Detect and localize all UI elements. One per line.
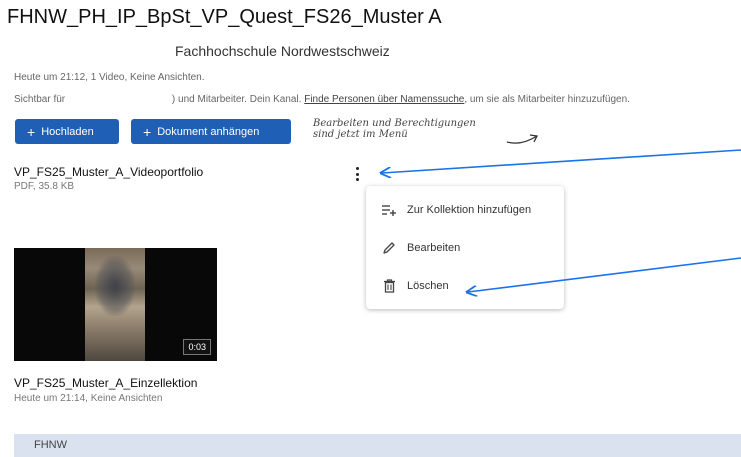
hint-arrow-icon <box>506 134 538 144</box>
annotation-arrow-menu <box>382 149 741 173</box>
add-to-collection-icon <box>381 202 397 218</box>
menu-item-edit[interactable]: Bearbeiten <box>366 233 564 263</box>
document-title[interactable]: VP_FS25_Muster_A_Videoportfolio <box>14 165 203 179</box>
video-thumbnail[interactable]: 0:03 <box>14 248 217 361</box>
visibility-suffix: ) und Mitarbeiter. Dein Kanal. <box>171 94 305 105</box>
attach-document-button[interactable]: + Dokument anhängen <box>131 119 291 144</box>
find-people-link[interactable]: Finde Personen über Namenssuche <box>304 94 464 105</box>
page-title: FHNW_PH_IP_BpSt_VP_Quest_FS26_Muster A <box>7 6 442 28</box>
footer-label: FHNW <box>34 439 67 451</box>
plus-icon: + <box>27 123 36 140</box>
menu-item-label: Bearbeiten <box>407 242 461 254</box>
more-options-icon[interactable] <box>352 165 362 183</box>
hint-line-1: Bearbeiten und Berechtigungen <box>313 118 476 129</box>
menu-item-label: Löschen <box>407 280 449 292</box>
video-frame-image <box>85 248 145 361</box>
trash-icon <box>381 278 397 294</box>
document-meta: PDF, 35.8 KB <box>14 181 75 192</box>
context-menu: Zur Kollektion hinzufügen Bearbeiten Lös… <box>366 186 564 309</box>
visibility-info: Sichtbar für ) und Mitarbeiter. Dein Kan… <box>14 92 630 105</box>
footer-bar: FHNW <box>14 434 741 457</box>
upload-label: Hochladen <box>41 125 94 138</box>
menu-item-label: Zur Kollektion hinzufügen <box>407 204 532 216</box>
upload-button[interactable]: + Hochladen <box>15 119 119 144</box>
plus-icon: + <box>143 123 152 140</box>
pencil-icon <box>381 240 397 256</box>
menu-item-add-to-collection[interactable]: Zur Kollektion hinzufügen <box>366 195 564 225</box>
channel-meta: Heute um 21:12, 1 Video, Keine Ansichten… <box>14 72 205 83</box>
video-duration-badge: 0:03 <box>183 339 211 355</box>
menu-hint-note: Bearbeiten und Berechtigungen sind jetzt… <box>313 118 476 140</box>
attach-document-label: Dokument anhängen <box>157 125 260 138</box>
organization-name: Fachhochschule Nordwestschweiz <box>175 43 390 59</box>
visibility-prefix: Sichtbar für <box>14 94 66 105</box>
redacted-name <box>67 92 172 103</box>
video-meta: Heute um 21:14, Keine Ansichten <box>14 393 163 404</box>
menu-item-delete[interactable]: Löschen <box>366 271 564 301</box>
hint-line-2: sind jetzt im Menü <box>313 129 408 140</box>
visibility-end: , um sie als Mitarbeiter hinzuzufügen. <box>464 94 630 105</box>
video-title[interactable]: VP_FS25_Muster_A_Einzellektion <box>14 376 197 390</box>
